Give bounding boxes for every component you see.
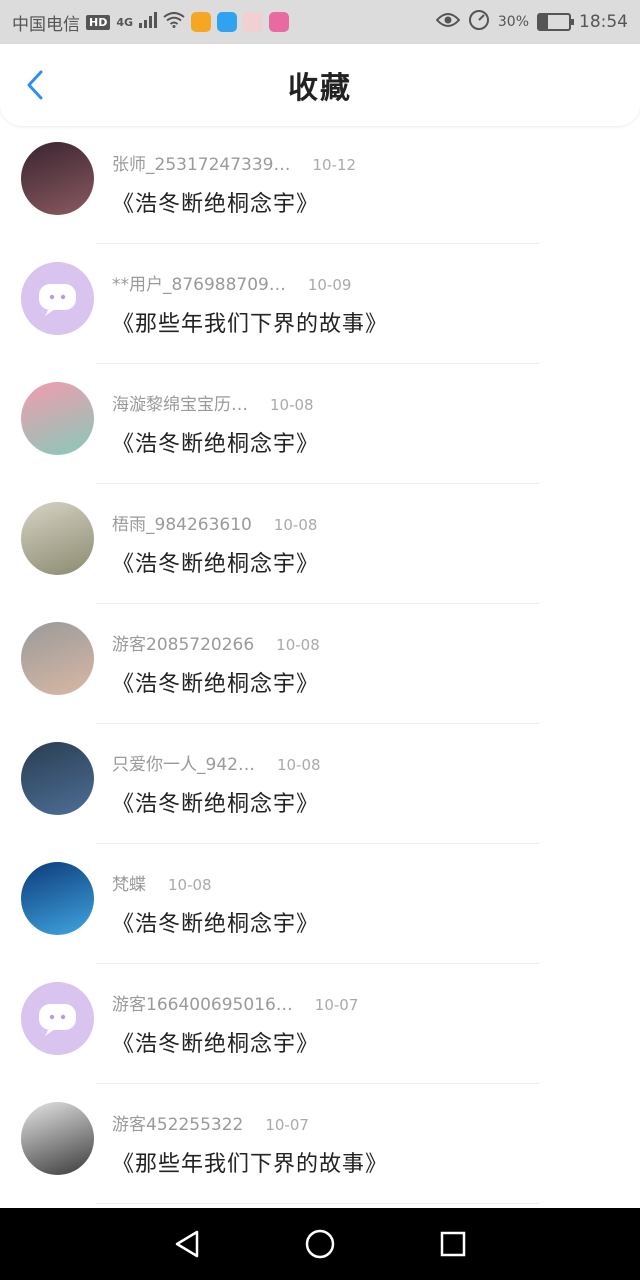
signal-icon bbox=[139, 11, 158, 33]
back-nav-button[interactable] bbox=[167, 1224, 207, 1264]
page-title: 收藏 bbox=[288, 71, 352, 106]
username[interactable]: 游客452255322 bbox=[112, 1115, 243, 1135]
chevron-left-icon bbox=[27, 70, 43, 100]
username[interactable]: 张师_25317247339… bbox=[112, 155, 290, 175]
username[interactable]: **用户_876988709… bbox=[112, 275, 286, 295]
item-meta: 游客166400695016… 10-07 bbox=[112, 990, 358, 1015]
avatar[interactable] bbox=[21, 742, 94, 815]
book-title[interactable]: 《浩冬断绝桐念宇》 bbox=[112, 786, 319, 818]
favorite-item[interactable]: 张师_25317247339… 10-12 《浩冬断绝桐念宇》 bbox=[0, 124, 640, 244]
item-meta: 梧雨_984263610 10-08 bbox=[112, 510, 317, 535]
circle-home-icon bbox=[305, 1229, 335, 1259]
default-chat-avatar-icon bbox=[39, 1004, 76, 1036]
book-title[interactable]: 《浩冬断绝桐念宇》 bbox=[112, 426, 319, 458]
avatar[interactable] bbox=[21, 622, 94, 695]
favorite-item[interactable]: 梵蝶 10-08 《浩冬断绝桐念宇》 bbox=[0, 844, 640, 964]
search-app-icon bbox=[217, 12, 238, 32]
book-title[interactable]: 《浩冬断绝桐念宇》 bbox=[112, 186, 319, 218]
favorites-list: 张师_25317247339… 10-12 《浩冬断绝桐念宇》 **用户_876988… bbox=[0, 124, 640, 1204]
favorite-item[interactable]: **用户_876988709… 10-09 《那些年我们下界的故事》 bbox=[0, 244, 640, 364]
divider bbox=[96, 1203, 540, 1204]
recents-nav-button[interactable] bbox=[433, 1224, 473, 1264]
item-meta: 梵蝶 10-08 bbox=[112, 870, 212, 895]
favorite-item[interactable]: 游客2085720266 10-08 《浩冬断绝桐念宇》 bbox=[0, 604, 640, 724]
date-label: 10-12 bbox=[312, 156, 357, 174]
back-button[interactable] bbox=[18, 68, 52, 102]
hd-badge: HD bbox=[86, 14, 111, 30]
item-meta: 游客452255322 10-07 bbox=[112, 1110, 309, 1135]
wifi-icon bbox=[163, 11, 185, 33]
avatar[interactable] bbox=[21, 862, 94, 935]
favorite-item[interactable]: 游客452255322 10-07 《那些年我们下界的故事》 bbox=[0, 1084, 640, 1204]
video-app-icon bbox=[191, 12, 212, 32]
avatar[interactable] bbox=[21, 142, 94, 215]
book-title[interactable]: 《那些年我们下界的故事》 bbox=[112, 1146, 388, 1178]
system-nav-bar bbox=[0, 1208, 640, 1280]
home-nav-button[interactable] bbox=[300, 1224, 340, 1264]
eye-icon bbox=[435, 12, 461, 33]
book-title[interactable]: 《那些年我们下界的故事》 bbox=[112, 306, 388, 338]
username[interactable]: 梧雨_984263610 bbox=[112, 515, 252, 535]
username[interactable]: 只爱你一人_942… bbox=[112, 755, 255, 775]
status-bar: 中国电信 HD 4G 30% 18:54 bbox=[0, 0, 640, 44]
item-meta: 只爱你一人_942… 10-08 bbox=[112, 750, 321, 775]
battery-level bbox=[539, 15, 548, 29]
carrier-label: 中国电信 bbox=[12, 14, 80, 35]
date-label: 10-09 bbox=[307, 276, 352, 294]
store-app-icon bbox=[269, 12, 290, 32]
avatar[interactable] bbox=[21, 502, 94, 575]
avatar[interactable] bbox=[21, 262, 94, 335]
date-label: 10-08 bbox=[168, 876, 212, 894]
date-label: 10-07 bbox=[314, 996, 359, 1014]
book-title[interactable]: 《浩冬断绝桐念宇》 bbox=[112, 1026, 319, 1058]
date-label: 10-07 bbox=[265, 1116, 309, 1134]
avatar[interactable] bbox=[21, 382, 94, 455]
nav-bar: 收藏 bbox=[0, 44, 640, 126]
username[interactable]: 游客166400695016… bbox=[112, 995, 293, 1015]
date-label: 10-08 bbox=[276, 636, 320, 654]
book-title[interactable]: 《浩冬断绝桐念宇》 bbox=[112, 666, 319, 698]
item-meta: **用户_876988709… 10-09 bbox=[112, 270, 351, 295]
triangle-back-icon bbox=[175, 1230, 198, 1258]
date-label: 10-08 bbox=[273, 516, 318, 534]
gift-app-icon bbox=[243, 12, 264, 32]
username[interactable]: 梵蝶 bbox=[112, 875, 146, 895]
avatar[interactable] bbox=[21, 982, 94, 1055]
item-meta: 游客2085720266 10-08 bbox=[112, 630, 320, 655]
favorite-item[interactable]: 海漩黎绵宝宝历… 10-08 《浩冬断绝桐念宇》 bbox=[0, 364, 640, 484]
date-label: 10-08 bbox=[270, 396, 314, 414]
avatar[interactable] bbox=[21, 1102, 94, 1175]
battery-percent: 30% bbox=[497, 14, 529, 30]
date-label: 10-08 bbox=[276, 756, 321, 774]
book-title[interactable]: 《浩冬断绝桐念宇》 bbox=[112, 546, 319, 578]
username[interactable]: 海漩黎绵宝宝历… bbox=[112, 395, 248, 415]
book-title[interactable]: 《浩冬断绝桐念宇》 bbox=[112, 906, 319, 938]
favorite-item[interactable]: 只爱你一人_942… 10-08 《浩冬断绝桐念宇》 bbox=[0, 724, 640, 844]
battery-icon bbox=[537, 13, 574, 31]
username[interactable]: 游客2085720266 bbox=[112, 635, 254, 655]
clock: 18:54 bbox=[579, 12, 628, 32]
square-recents-icon bbox=[441, 1231, 466, 1257]
favorite-item[interactable]: 游客166400695016… 10-07 《浩冬断绝桐念宇》 bbox=[0, 964, 640, 1084]
speedometer-icon bbox=[468, 9, 490, 36]
network-label: 4G bbox=[116, 15, 134, 29]
item-meta: 海漩黎绵宝宝历… 10-08 bbox=[112, 390, 314, 415]
favorite-item[interactable]: 梧雨_984263610 10-08 《浩冬断绝桐念宇》 bbox=[0, 484, 640, 604]
default-chat-avatar-icon bbox=[39, 284, 76, 316]
item-meta: 张师_25317247339… 10-12 bbox=[112, 150, 356, 175]
